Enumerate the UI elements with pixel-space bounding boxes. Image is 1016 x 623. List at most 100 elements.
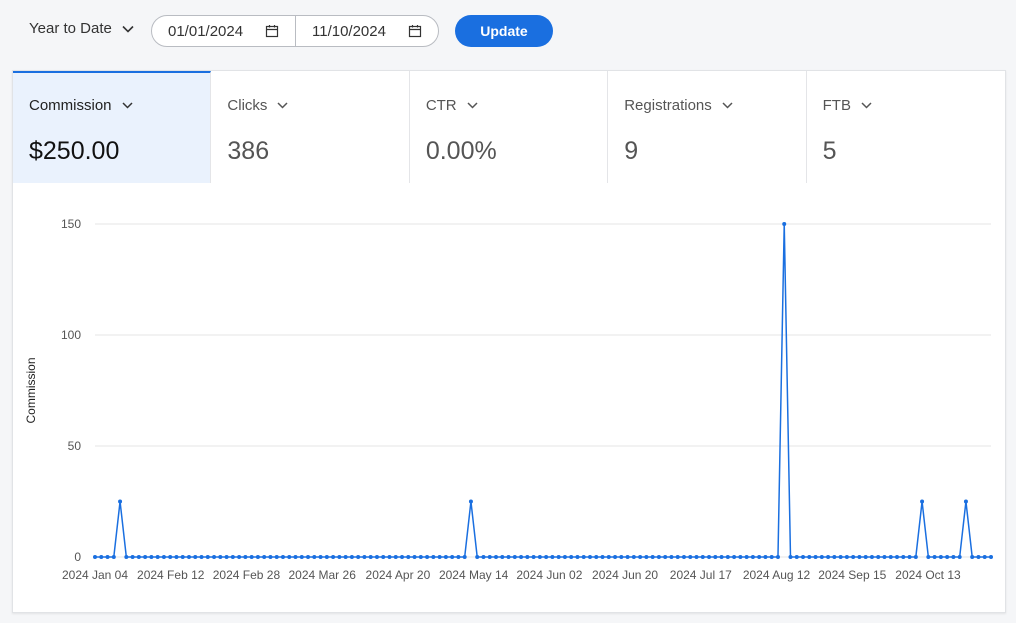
x-tick-label: 2024 May 14 — [439, 568, 509, 582]
data-point — [970, 555, 975, 559]
x-tick-label: 2024 Jan 04 — [62, 568, 128, 582]
data-point — [306, 555, 311, 559]
data-point — [111, 555, 116, 559]
data-point — [243, 555, 248, 559]
calendar-icon[interactable] — [408, 24, 422, 38]
data-point — [155, 555, 160, 559]
data-point — [287, 555, 292, 559]
data-point — [99, 555, 104, 559]
data-point — [750, 555, 755, 559]
data-point — [556, 555, 561, 559]
data-point — [437, 555, 442, 559]
tab-label-clicks: Clicks — [227, 97, 288, 114]
x-tick-label: 2024 Oct 13 — [895, 568, 961, 582]
end-date-field[interactable]: 11/10/2024 — [295, 16, 438, 46]
data-point — [105, 555, 110, 559]
calendar-icon[interactable] — [265, 24, 279, 38]
data-point — [180, 555, 185, 559]
tab-registrations[interactable]: Registrations 9 — [608, 71, 807, 183]
data-point — [293, 555, 298, 559]
data-point — [920, 499, 925, 504]
data-point — [149, 555, 154, 559]
data-point — [324, 555, 329, 559]
data-point — [587, 555, 592, 559]
x-tick-label: 2024 Jul 17 — [670, 568, 732, 582]
stats-card: Commission $250.00 Clicks 386 CTR 0.00% … — [12, 70, 1006, 613]
chevron-down-icon — [861, 102, 872, 109]
date-range-dropdown[interactable]: Year to Date — [29, 20, 134, 37]
data-point — [224, 555, 229, 559]
data-point — [569, 555, 574, 559]
tab-ftb[interactable]: FTB 5 — [807, 71, 1005, 183]
data-point — [794, 555, 799, 559]
data-point — [130, 555, 135, 559]
tab-label-text: Clicks — [227, 97, 268, 114]
data-point — [851, 555, 856, 559]
data-point — [274, 555, 279, 559]
data-point — [738, 555, 743, 559]
data-point — [268, 555, 273, 559]
data-point — [769, 555, 774, 559]
data-point — [581, 555, 586, 559]
data-point — [381, 555, 386, 559]
tab-ctr[interactable]: CTR 0.00% — [410, 71, 609, 183]
data-point — [938, 555, 943, 559]
data-point — [819, 555, 824, 559]
data-point — [481, 555, 486, 559]
start-date-value: 01/01/2024 — [168, 22, 244, 40]
data-point — [418, 555, 423, 559]
data-point — [832, 555, 837, 559]
data-point — [262, 555, 267, 559]
end-date-value: 11/10/2024 — [312, 22, 386, 40]
data-point — [713, 555, 718, 559]
data-point — [625, 555, 630, 559]
data-point — [562, 555, 567, 559]
data-point — [462, 555, 467, 559]
tab-label-text: FTB — [822, 97, 851, 114]
tab-commission[interactable]: Commission $250.00 — [13, 71, 212, 183]
data-point — [863, 555, 868, 559]
data-point — [387, 555, 392, 559]
data-point — [118, 499, 123, 504]
data-point — [913, 555, 918, 559]
data-point — [801, 555, 806, 559]
update-button[interactable]: Update — [455, 15, 553, 47]
data-point — [744, 555, 749, 559]
data-point — [331, 555, 336, 559]
series-line — [95, 223, 991, 558]
x-tick-label: 2024 Feb 12 — [137, 568, 205, 582]
chevron-down-icon — [121, 102, 133, 109]
data-point — [700, 555, 705, 559]
data-point — [136, 555, 141, 559]
data-point — [468, 499, 473, 504]
data-point — [757, 555, 762, 559]
commission-line-chart: 0 50 100 150 Commission 2024 Jan 04 2024 Feb 1… — [24, 217, 993, 582]
data-point — [93, 555, 97, 559]
data-point — [343, 555, 348, 559]
data-point — [638, 555, 643, 559]
start-date-field[interactable]: 01/01/2024 — [152, 16, 295, 46]
data-point — [976, 555, 981, 559]
data-point — [487, 555, 492, 559]
data-point — [406, 555, 411, 559]
data-point — [161, 555, 166, 559]
date-range-label: Year to Date — [29, 20, 112, 37]
data-point — [907, 555, 912, 559]
data-point — [650, 555, 655, 559]
data-point — [989, 555, 993, 559]
tab-value-ctr: 0.00% — [425, 137, 497, 165]
data-point — [124, 555, 129, 559]
data-point — [681, 555, 686, 559]
x-tick-label: 2024 Feb 28 — [213, 568, 281, 582]
data-point — [255, 555, 260, 559]
data-point — [237, 555, 242, 559]
data-point — [356, 555, 361, 559]
chevron-down-icon — [722, 102, 733, 109]
data-point — [318, 555, 323, 559]
tab-clicks[interactable]: Clicks 386 — [211, 71, 410, 183]
data-point — [631, 555, 636, 559]
chevron-down-icon — [122, 25, 134, 33]
data-point — [982, 555, 987, 559]
data-point — [669, 555, 674, 559]
chevron-down-icon — [467, 102, 478, 109]
